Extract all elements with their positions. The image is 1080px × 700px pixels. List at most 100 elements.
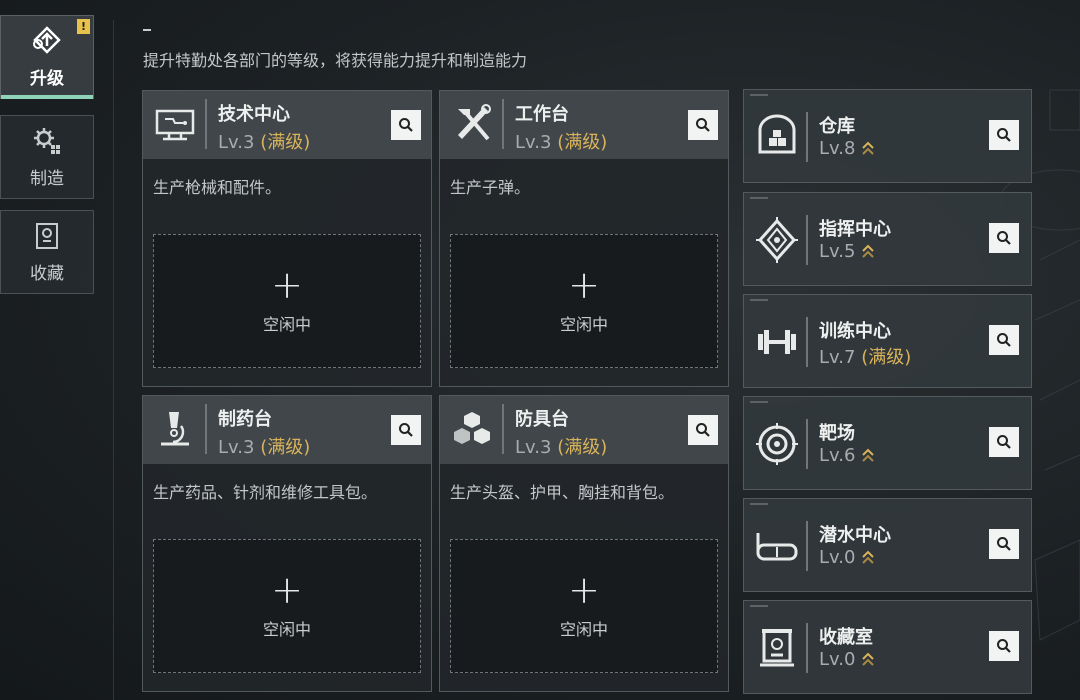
add-icon: + — [568, 263, 600, 307]
department-description: 生产子弹。 — [450, 178, 531, 197]
craft-icon — [34, 127, 60, 154]
department-card-armor-bench: 防具台 Lv.3 (满级) 生产头盔、护甲、胸挂和背包。 + 空闲中 — [439, 395, 729, 692]
slot-status: 空闲中 — [559, 620, 608, 639]
level-value: Lv.3 — [218, 437, 255, 458]
separator — [502, 99, 504, 149]
upgrade-available-icon — [862, 448, 875, 462]
separator — [806, 419, 808, 469]
department-level: Lv.3 (满级) — [515, 128, 607, 154]
max-level-tag: (满级) — [260, 437, 311, 458]
card-header: 防具台 Lv.3 (满级) — [440, 396, 728, 464]
nav-label: 收藏 — [30, 263, 64, 284]
search-icon — [696, 423, 710, 437]
card-header: 技术中心 Lv.3 (满级) — [143, 91, 431, 159]
facility-name: 收藏室 — [819, 627, 873, 648]
inspect-button[interactable] — [989, 325, 1019, 355]
department-card-pharmacy: 制药台 Lv.3 (满级) 生产药品、针剂和维修工具包。 + 空闲中 — [142, 395, 432, 692]
production-slot[interactable]: + 空闲中 — [153, 234, 421, 368]
upgrade-available-icon — [862, 550, 875, 564]
facility-collection-room[interactable]: 收藏室 Lv.0 — [743, 600, 1032, 694]
department-description: 生产头盔、护甲、胸挂和背包。 — [450, 483, 675, 502]
inspect-button[interactable] — [688, 110, 718, 140]
upgrade-available-icon — [862, 141, 875, 155]
facility-command-center[interactable]: 指挥中心 Lv.5 — [743, 192, 1032, 286]
department-level: Lv.3 (满级) — [218, 433, 310, 459]
boxes-icon — [454, 412, 490, 444]
facility-level: Lv.0 — [819, 547, 875, 568]
search-icon — [997, 128, 1011, 142]
add-icon: + — [271, 568, 303, 612]
separator — [502, 404, 504, 454]
separator — [806, 521, 808, 571]
facility-diving-center[interactable]: 潜水中心 Lv.0 — [743, 498, 1032, 592]
facility-level: Lv.7 (满级) — [819, 343, 911, 369]
nav-tab-collection[interactable]: 收藏 — [0, 210, 94, 294]
production-slot[interactable]: + 空闲中 — [450, 539, 718, 673]
add-icon: + — [271, 263, 303, 307]
diving-mask-icon — [756, 533, 798, 561]
slot-status: 空闲中 — [262, 620, 311, 639]
slot-status: 空闲中 — [559, 315, 608, 334]
inspect-button[interactable] — [989, 223, 1019, 253]
level-value: Lv.0 — [819, 547, 856, 568]
upgrade-available-icon — [862, 652, 875, 666]
dumbbell-icon — [758, 330, 796, 354]
max-level-tag: (满级) — [260, 132, 311, 153]
corner-mark — [750, 605, 768, 607]
inspect-button[interactable] — [989, 120, 1019, 150]
target-icon — [756, 423, 798, 465]
corner-mark — [750, 401, 768, 403]
corner-mark — [750, 94, 768, 96]
level-value: Lv.7 — [819, 347, 856, 368]
department-name: 防具台 — [515, 409, 569, 430]
max-level-tag: (满级) — [557, 132, 608, 153]
facility-name: 指挥中心 — [819, 219, 891, 240]
department-name: 制药台 — [218, 409, 272, 430]
level-value: Lv.6 — [819, 445, 856, 466]
microscope-icon — [161, 412, 189, 446]
card-header: 工作台 Lv.3 (满级) — [440, 91, 728, 159]
facility-shooting-range[interactable]: 靶场 Lv.6 — [743, 396, 1032, 490]
max-level-tag: (满级) — [861, 347, 912, 368]
nav-tab-upgrade[interactable]: ! 升级 — [0, 15, 94, 99]
separator — [806, 317, 808, 367]
card-header: 制药台 Lv.3 (满级) — [143, 396, 431, 464]
nav-label: 制造 — [30, 168, 64, 189]
facility-name: 训练中心 — [819, 321, 891, 342]
department-level: Lv.3 (满级) — [515, 433, 607, 459]
inspect-button[interactable] — [391, 415, 421, 445]
search-icon — [997, 231, 1011, 245]
inspect-button[interactable] — [989, 529, 1019, 559]
search-icon — [997, 333, 1011, 347]
search-icon — [399, 118, 413, 132]
search-icon — [696, 118, 710, 132]
computer-icon — [155, 109, 195, 141]
corner-mark — [750, 299, 768, 301]
level-value: Lv.3 — [515, 437, 552, 458]
inspect-button[interactable] — [989, 631, 1019, 661]
inspect-button[interactable] — [688, 415, 718, 445]
trophy-icon — [760, 629, 794, 667]
production-slot[interactable]: + 空闲中 — [450, 234, 718, 368]
tools-icon — [458, 104, 491, 141]
inspect-button[interactable] — [989, 427, 1019, 457]
command-icon — [756, 217, 798, 263]
separator — [806, 623, 808, 673]
separator — [205, 404, 207, 454]
nav-tab-craft[interactable]: 制造 — [0, 115, 94, 199]
warehouse-icon — [758, 114, 796, 154]
inspect-button[interactable] — [391, 110, 421, 140]
slot-status: 空闲中 — [262, 315, 311, 334]
search-icon — [997, 537, 1011, 551]
facility-warehouse[interactable]: 仓库 Lv.8 — [743, 89, 1032, 183]
level-value: Lv.0 — [819, 649, 856, 670]
facility-training-center[interactable]: 训练中心 Lv.7 (满级) — [743, 294, 1032, 388]
separator — [806, 112, 808, 162]
level-value: Lv.3 — [218, 132, 255, 153]
facility-name: 潜水中心 — [819, 525, 891, 546]
production-slot[interactable]: + 空闲中 — [153, 539, 421, 673]
department-level: Lv.3 (满级) — [218, 128, 310, 154]
nav-label: 升级 — [30, 68, 64, 89]
facility-name: 仓库 — [819, 116, 855, 137]
add-icon: + — [568, 568, 600, 612]
